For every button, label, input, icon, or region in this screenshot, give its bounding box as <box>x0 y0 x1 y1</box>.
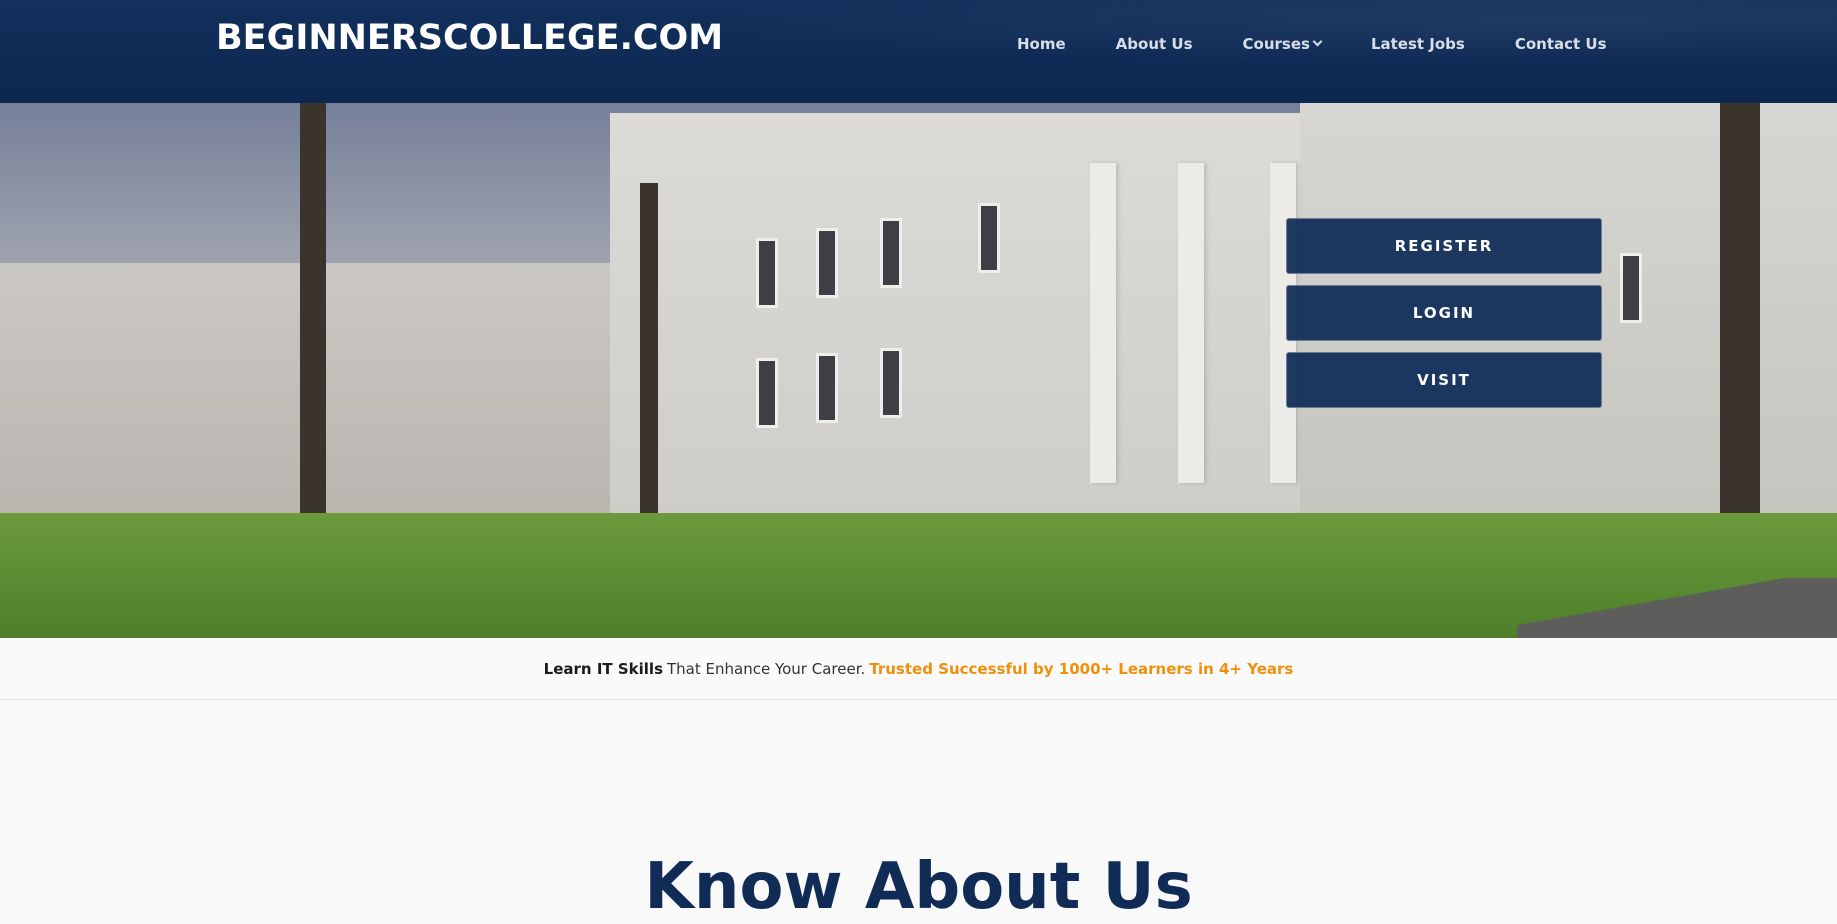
nav-courses[interactable]: Courses <box>1242 35 1323 53</box>
site-logo[interactable]: BEGINNERSCOLLEGE.COM <box>216 18 723 58</box>
photo-window <box>756 358 778 428</box>
photo-path <box>1517 578 1837 638</box>
nav-latest-jobs[interactable]: Latest Jobs <box>1371 35 1465 53</box>
register-button[interactable]: REGISTER <box>1286 218 1602 274</box>
tagline-bar: Learn IT Skills That Enhance Your Career… <box>0 638 1837 700</box>
photo-column <box>1178 163 1204 483</box>
hero-banner: REGISTER LOGIN VISIT <box>0 103 1837 638</box>
photo-window <box>880 348 902 418</box>
photo-tree-trunk <box>1720 103 1760 533</box>
photo-window <box>816 228 838 298</box>
photo-tree-trunk <box>300 103 326 523</box>
site-header: BEGINNERSCOLLEGE.COM Home About Us Cours… <box>0 0 1837 103</box>
nav-about-us-label: About Us <box>1115 35 1193 53</box>
tagline-accent: Trusted Successful by 1000+ Learners in … <box>869 659 1294 678</box>
photo-building-main <box>610 113 1330 513</box>
photo-window <box>816 353 838 423</box>
photo-window <box>880 218 902 288</box>
nav-contact-us[interactable]: Contact Us <box>1515 35 1607 53</box>
photo-window <box>1620 253 1642 323</box>
nav-latest-jobs-label: Latest Jobs <box>1370 35 1465 53</box>
nav-home[interactable]: Home <box>1017 35 1066 53</box>
login-button[interactable]: LOGIN <box>1286 285 1602 341</box>
chevron-down-icon <box>1312 36 1323 47</box>
photo-tree-trunk <box>640 183 658 523</box>
photo-window <box>978 203 1000 273</box>
main-nav: Home About Us Courses Latest Jobs Contac… <box>1017 35 1607 53</box>
nav-courses-label: Courses <box>1242 35 1310 53</box>
tagline-normal: That Enhance Your Career. <box>667 659 866 678</box>
tagline-strong: Learn IT Skills <box>543 659 663 678</box>
photo-window <box>756 238 778 308</box>
nav-contact-us-label: Contact Us <box>1514 35 1607 53</box>
about-section-title: Know About Us <box>644 850 1193 924</box>
nav-home-label: Home <box>1017 35 1066 53</box>
nav-about-us[interactable]: About Us <box>1116 35 1193 53</box>
photo-column <box>1090 163 1116 483</box>
visit-button[interactable]: VISIT <box>1286 352 1602 408</box>
